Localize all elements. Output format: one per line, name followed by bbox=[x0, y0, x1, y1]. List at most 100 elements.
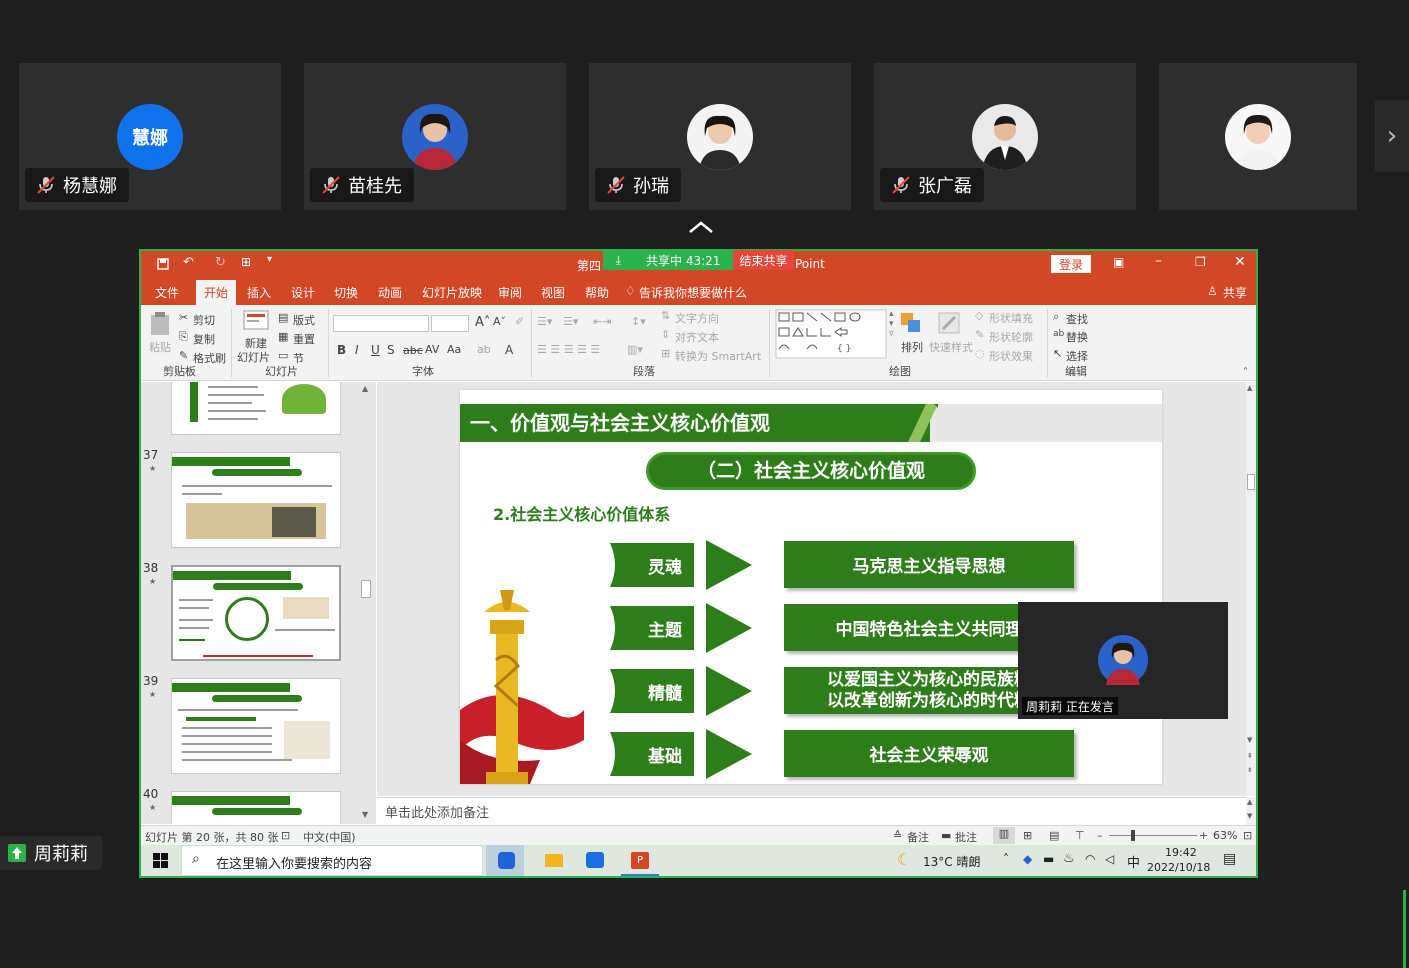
taskbar-app-explorer[interactable] bbox=[537, 845, 571, 876]
align-text-button[interactable]: 对齐文本 bbox=[675, 329, 719, 345]
customize-toolbar-icon[interactable]: ▾ bbox=[267, 254, 272, 265]
clock-date[interactable]: 2022/10/18 bbox=[1147, 861, 1210, 874]
tell-me-box[interactable]: 告诉我你想要做什么 bbox=[639, 284, 747, 301]
shapes-gallery[interactable]: { } bbox=[775, 309, 887, 359]
format-painter-button[interactable]: 格式刷 bbox=[193, 350, 226, 366]
shadow-icon[interactable]: S bbox=[387, 343, 395, 357]
battery-icon[interactable]: ▬ bbox=[1043, 852, 1054, 866]
slideshow-icon[interactable]: ⊞ bbox=[241, 255, 251, 269]
comment-icon[interactable]: ▬ bbox=[941, 829, 951, 842]
thumbnail-slide-39[interactable] bbox=[171, 678, 341, 774]
smartart-icon[interactable]: ⊞ bbox=[661, 347, 670, 360]
text-direction-button[interactable]: 文字方向 bbox=[675, 310, 719, 326]
reading-view-icon[interactable]: ▤ bbox=[1049, 829, 1059, 842]
shape-fill-button[interactable]: 形状填充 bbox=[989, 310, 1033, 326]
shape-outline-button[interactable]: 形状轮廓 bbox=[989, 329, 1033, 345]
taskbar-app-zoom[interactable] bbox=[577, 845, 613, 876]
spacing-icon[interactable]: AV bbox=[425, 343, 439, 356]
fill-icon[interactable]: ◇ bbox=[975, 309, 983, 322]
close-icon[interactable]: ✕ bbox=[1234, 254, 1246, 270]
notes-toggle[interactable]: 备注 bbox=[907, 829, 929, 845]
bold-icon[interactable]: B bbox=[337, 343, 346, 357]
tab-help[interactable]: 帮助 bbox=[585, 284, 609, 301]
section-icon[interactable]: ▭ bbox=[278, 349, 288, 362]
align-icons[interactable]: ☰ ☰ ☰ ☰ ☰ bbox=[537, 343, 600, 356]
fit-slide-icon[interactable]: ⊡ bbox=[1243, 829, 1252, 842]
cursor-icon[interactable]: ↖ bbox=[1053, 347, 1062, 360]
text-direction-icon[interactable]: ⇅ bbox=[661, 309, 670, 322]
layout-icon[interactable]: ▤ bbox=[278, 311, 288, 324]
tab-animations[interactable]: 动画 bbox=[378, 284, 402, 301]
indent-icon[interactable]: ⇤⇥ bbox=[593, 315, 611, 328]
font-size-combo[interactable] bbox=[431, 315, 469, 332]
notes-scrollbar[interactable]: ▲ ▼ bbox=[1246, 797, 1256, 825]
participant-tile[interactable]: 苗桂先 bbox=[304, 63, 566, 210]
participant-tile[interactable]: 慧娜 杨慧娜 bbox=[19, 63, 281, 210]
tab-review[interactable]: 审阅 bbox=[498, 284, 522, 301]
numbering-icon[interactable]: ☰▾ bbox=[563, 315, 578, 328]
layout-button[interactable]: 版式 bbox=[293, 312, 315, 328]
share-button[interactable]: 共享 bbox=[1223, 284, 1247, 301]
tab-transitions[interactable]: 切换 bbox=[334, 284, 358, 301]
search-icon[interactable]: ⌕ bbox=[1053, 310, 1059, 324]
new-slide-icon[interactable] bbox=[242, 309, 270, 333]
windows-start-icon[interactable] bbox=[153, 853, 168, 868]
minimize-icon[interactable]: – bbox=[1155, 253, 1162, 269]
taskbar-app-lark[interactable] bbox=[486, 845, 524, 876]
accessibility-icon[interactable]: ⊡ bbox=[281, 829, 290, 842]
sorter-view-icon[interactable]: ⊞ bbox=[1023, 829, 1032, 842]
arrange-button[interactable]: 排列 bbox=[901, 339, 923, 355]
underline-icon[interactable]: U bbox=[371, 343, 380, 357]
reset-icon[interactable]: ▦ bbox=[278, 330, 288, 343]
slide-scrollbar[interactable]: ▲ ▼ ⇞ ⇟ bbox=[1246, 382, 1256, 796]
brush-icon[interactable]: ✎ bbox=[179, 349, 188, 362]
tab-view[interactable]: 视图 bbox=[541, 284, 565, 301]
presenter-view-icon[interactable]: ⊤ bbox=[1075, 829, 1085, 842]
shape-effects-button[interactable]: 形状效果 bbox=[989, 348, 1033, 364]
microphone-icon[interactable]: ♨ bbox=[1063, 851, 1075, 866]
comments-toggle[interactable]: 批注 bbox=[955, 829, 977, 845]
tab-file[interactable]: 文件 bbox=[155, 284, 179, 301]
thumbnail-slide-40[interactable] bbox=[171, 791, 341, 824]
notes-pane[interactable]: 单击此处添加备注 bbox=[377, 797, 1246, 825]
smartart-button[interactable]: 转换为 SmartArt bbox=[675, 348, 761, 364]
volume-icon[interactable]: ◁ bbox=[1105, 852, 1114, 866]
tray-app-icon[interactable]: ◆ bbox=[1023, 852, 1032, 866]
line-spacing-icon[interactable]: ↕▾ bbox=[631, 315, 646, 328]
select-button[interactable]: 选择 bbox=[1066, 348, 1088, 364]
clock-time[interactable]: 19:42 bbox=[1165, 846, 1197, 859]
zoom-out-icon[interactable]: – bbox=[1097, 829, 1103, 842]
notifications-icon[interactable]: ▤ bbox=[1223, 851, 1236, 867]
collapse-ribbon-icon[interactable]: ˄ bbox=[1243, 367, 1248, 378]
tab-design[interactable]: 设计 bbox=[291, 284, 315, 301]
ime-indicator[interactable]: 中 bbox=[1127, 852, 1140, 871]
login-button[interactable]: 登录 bbox=[1051, 255, 1092, 273]
copy-icon[interactable]: ⎘ bbox=[179, 330, 188, 344]
redo-icon[interactable]: ↻ bbox=[215, 255, 226, 270]
thumbnail-slide-37[interactable] bbox=[171, 452, 341, 548]
participant-tile[interactable] bbox=[1159, 63, 1357, 210]
arrange-icon[interactable] bbox=[899, 311, 923, 335]
next-page-arrow[interactable]: › bbox=[1375, 100, 1409, 172]
notes-toggle-icon[interactable]: ≙ bbox=[893, 829, 902, 842]
gallery-scroll[interactable]: ▴ ▾ ▿ bbox=[889, 309, 894, 339]
zoom-slider[interactable] bbox=[1109, 835, 1197, 836]
align-text-icon[interactable]: ⇕ bbox=[661, 328, 670, 341]
tray-chevron-up-icon[interactable]: ˄ bbox=[1003, 852, 1009, 866]
shrink-font-icon[interactable]: A˅ bbox=[493, 315, 506, 328]
chevron-up-icon[interactable] bbox=[686, 218, 716, 238]
bullets-icon[interactable]: ☰▾ bbox=[537, 315, 552, 328]
current-slide[interactable]: 一、价值观与社会主义核心价值观 （二）社会主义核心价值观 2.社会主义核心价值体… bbox=[460, 390, 1162, 784]
quick-styles-button[interactable]: 快速样式 bbox=[929, 339, 973, 355]
restore-icon[interactable]: ❐ bbox=[1195, 255, 1206, 269]
replace-button[interactable]: 替换 bbox=[1066, 329, 1088, 345]
wifi-icon[interactable]: ◠ bbox=[1085, 852, 1095, 866]
font-name-combo[interactable] bbox=[333, 315, 429, 332]
case-icon[interactable]: Aa bbox=[447, 343, 461, 356]
active-speaker-thumbnail[interactable]: 周莉莉 正在发言 bbox=[1018, 602, 1228, 719]
sharing-indicator[interactable]: ⤓ 共享中 43:21 bbox=[603, 250, 733, 270]
tab-home[interactable]: 开始 bbox=[196, 280, 237, 305]
taskbar-search[interactable]: ⌕ 在这里输入你要搜索的内容 bbox=[181, 845, 483, 876]
paste-icon[interactable] bbox=[149, 311, 171, 337]
zoom-slider-thumb[interactable] bbox=[1131, 830, 1135, 841]
